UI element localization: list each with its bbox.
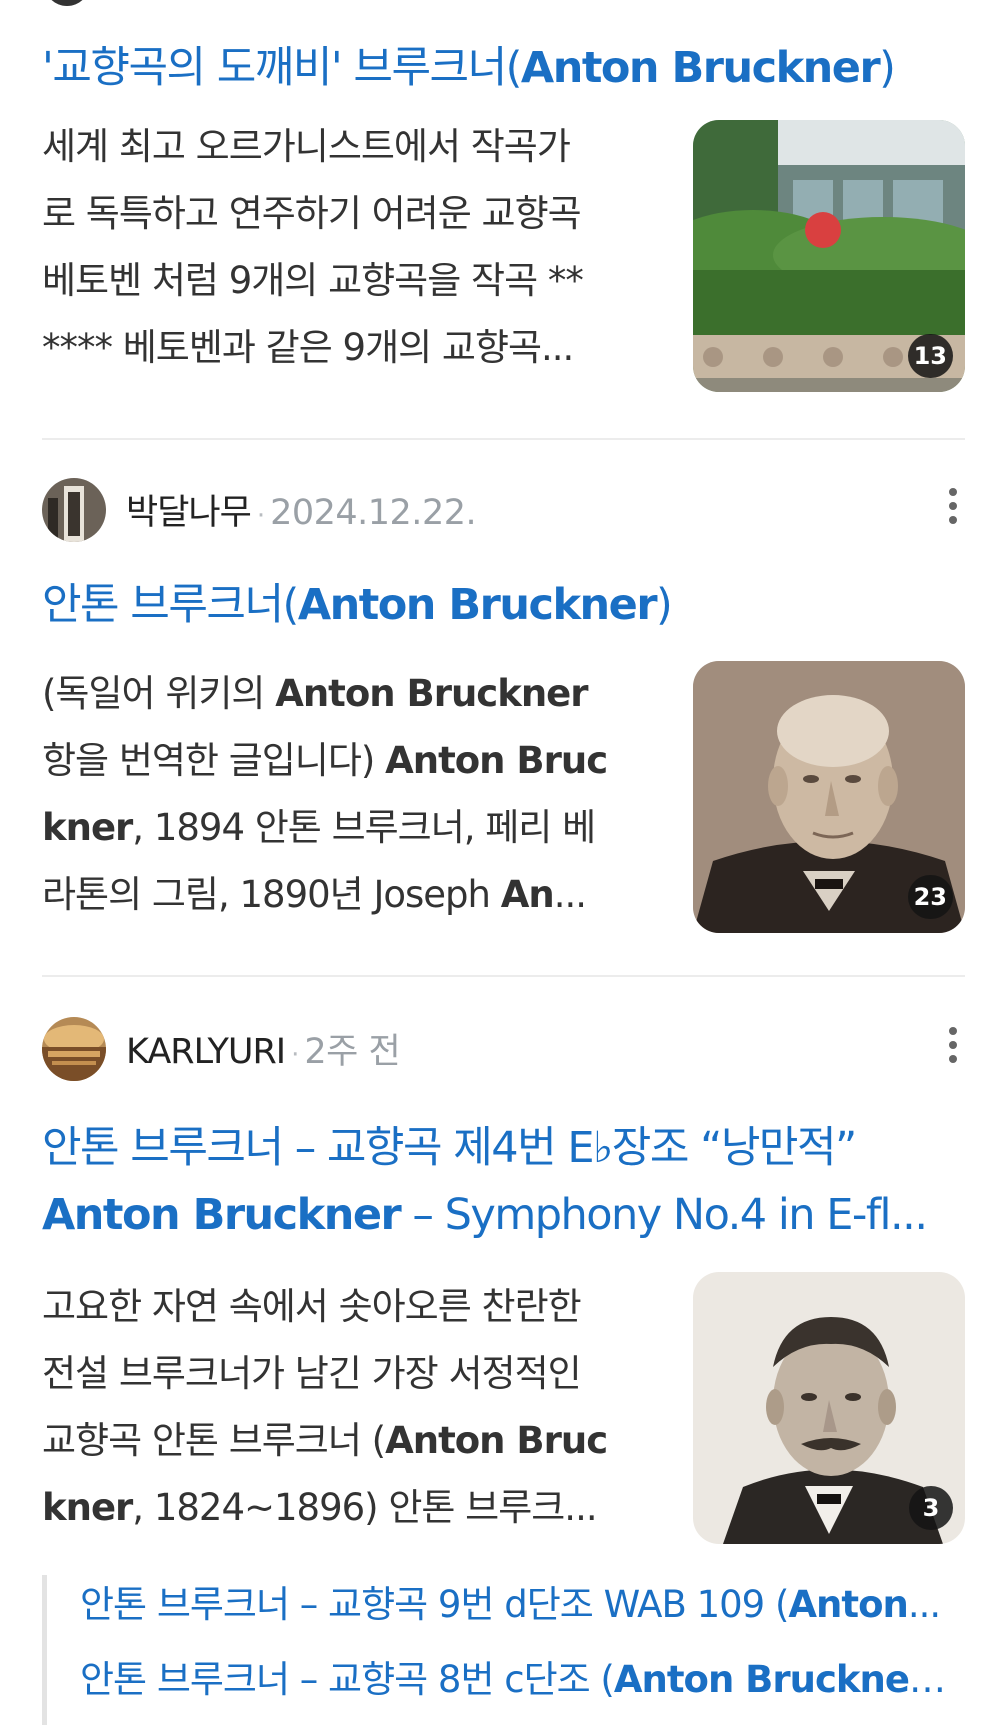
related-links-bar (42, 1575, 47, 1725)
author-avatar[interactable] (42, 1017, 106, 1081)
post-date: 2주 전 (304, 1032, 401, 1072)
avatar-photo (42, 1017, 106, 1081)
image-count-badge: 13 (907, 334, 953, 378)
related-link-2[interactable]: 안톤 브루크너 – 교향곡 8번 c단조 (Anton Bruckner,... (80, 1650, 960, 1710)
divider (42, 975, 965, 977)
image-count-badge: 23 (907, 875, 953, 919)
result-3-author-row: KARLYURI · 2주 전 (42, 1017, 965, 1081)
result-2-title[interactable]: 안톤 브루크너(Anton Bruckner) (42, 572, 960, 638)
more-vertical-icon[interactable] (941, 1023, 965, 1073)
result-3-title-line-1[interactable]: 안톤 브루크너 – 교향곡 제4번 E♭장조 “낭만적” (42, 1115, 960, 1181)
author-name[interactable]: KARLYURI (126, 1032, 286, 1072)
avatar-partial (44, 0, 90, 6)
result-1-snippet[interactable]: 세계 최고 오르가니스트에서 작곡가 로 독특하고 연주하기 어려운 교향곡 베… (42, 113, 657, 381)
image-count-badge: 3 (909, 1486, 953, 1530)
result-1-title[interactable]: '교향곡의 도깨비' 브루크너(Anton Bruckner) (42, 35, 960, 101)
post-date: 2024.12.22. (270, 493, 477, 533)
author-line[interactable]: 박달나무 · 2024.12.22. (126, 484, 477, 535)
result-1-thumbnail[interactable]: 13 (693, 120, 965, 392)
result-2-thumbnail[interactable]: 23 (693, 661, 965, 933)
author-line[interactable]: KARLYURI · 2주 전 (126, 1023, 401, 1074)
author-avatar[interactable] (42, 478, 106, 542)
related-link-1[interactable]: 안톤 브루크너 – 교향곡 9번 d단조 WAB 109 (Anton... (80, 1575, 960, 1635)
result-2-author-row: 박달나무 · 2024.12.22. (42, 478, 965, 542)
result-3-title-line-2[interactable]: Anton Bruckner – Symphony No.4 in E-fl..… (42, 1182, 960, 1248)
more-vertical-icon[interactable] (941, 484, 965, 534)
avatar-photo (42, 478, 106, 542)
author-name[interactable]: 박달나무 (126, 493, 252, 533)
result-2-snippet[interactable]: (독일어 위키의 Anton Bruckner 항을 번역한 글입니다) Ant… (42, 660, 657, 928)
result-3-snippet[interactable]: 고요한 자연 속에서 솟아오른 찬란한 전설 브루크너가 남긴 가장 서정적인 … (42, 1273, 657, 1541)
divider (42, 438, 965, 440)
result-3-thumbnail[interactable]: 3 (693, 1272, 965, 1544)
